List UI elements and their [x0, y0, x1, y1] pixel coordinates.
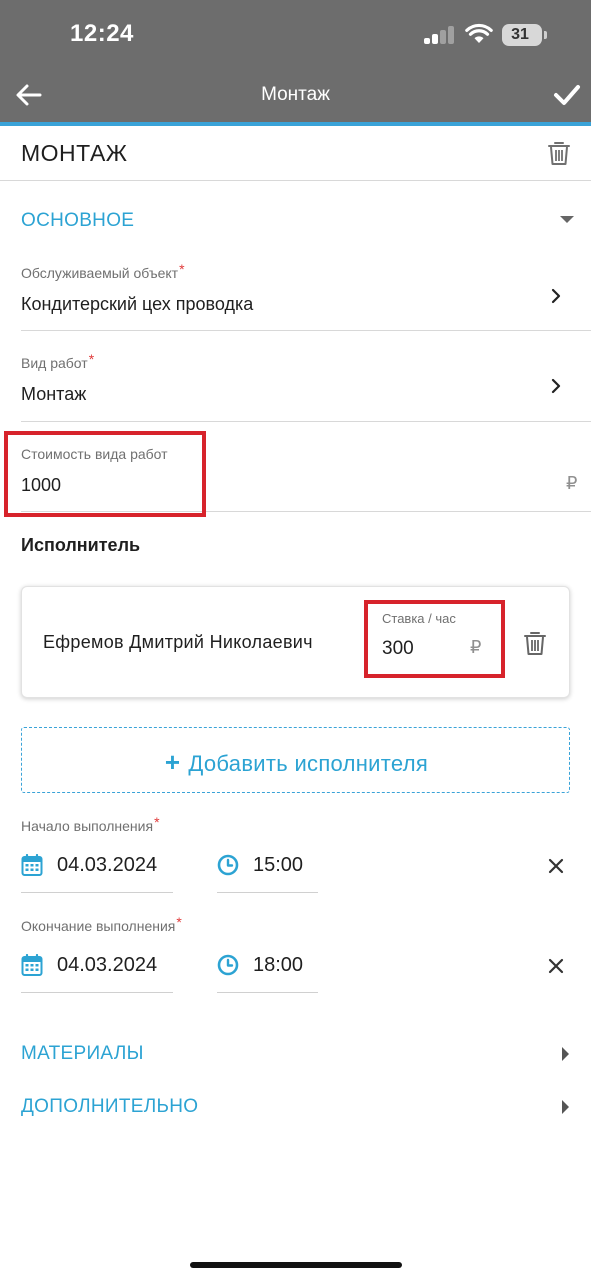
start-time-field[interactable]: 15:00 [253, 854, 303, 877]
add-executor-button[interactable]: + Добавить исполнителя [21, 727, 570, 793]
divider [217, 892, 318, 893]
nav-title: Монтаж [261, 84, 330, 105]
end-date-field[interactable]: 04.03.2024 [57, 954, 157, 977]
divider [217, 992, 318, 993]
start-date-field[interactable]: 04.03.2024 [57, 854, 157, 877]
nav-accent-line [0, 122, 591, 126]
trash-icon[interactable] [523, 630, 547, 656]
home-indicator [190, 1262, 402, 1268]
service-object-label: Обслуживаемый объект* [21, 261, 185, 281]
clock-icon[interactable] [217, 854, 239, 876]
battery-level: 31 [511, 26, 529, 43]
work-type-label: Вид работ* [21, 351, 95, 371]
service-object-value[interactable]: Кондитерский цех проводка [21, 294, 253, 315]
caret-right-icon[interactable] [562, 1047, 569, 1061]
executor-section-title: Исполнитель [21, 535, 141, 555]
executor-name: Ефремов Дмитрий Николаевич [43, 632, 313, 652]
ruble-icon: ₽ [566, 473, 578, 493]
divider [21, 992, 173, 993]
calendar-icon[interactable] [21, 954, 43, 976]
required-mark: * [176, 914, 182, 930]
wifi-icon [465, 23, 493, 43]
end-time-field[interactable]: 18:00 [253, 954, 303, 977]
checkmark-icon[interactable] [553, 81, 581, 109]
top-bar: 12:24 31 Монтаж [0, 0, 591, 122]
highlight-frame [364, 600, 505, 678]
divider [21, 330, 591, 331]
highlight-frame [4, 431, 206, 517]
close-icon[interactable] [547, 957, 565, 975]
chevron-right-icon[interactable] [550, 378, 562, 394]
clock-icon[interactable] [217, 954, 239, 976]
battery-tip [544, 31, 547, 39]
status-time: 12:24 [70, 20, 134, 47]
divider [0, 180, 591, 181]
work-type-value[interactable]: Монтаж [21, 384, 86, 405]
section-basic-title[interactable]: ОСНОВНОЕ [21, 210, 134, 232]
divider [21, 892, 173, 893]
required-mark: * [88, 351, 95, 367]
calendar-icon[interactable] [21, 854, 43, 876]
page-title: МОНТАЖ [21, 140, 128, 166]
battery-icon: 31 [502, 24, 542, 46]
trash-icon[interactable] [546, 140, 572, 166]
cellular-signal-icon [424, 26, 458, 44]
section-materials-title[interactable]: МАТЕРИАЛЫ [21, 1043, 144, 1065]
required-mark: * [179, 261, 185, 277]
caret-down-icon[interactable] [560, 216, 574, 223]
chevron-right-icon[interactable] [550, 288, 562, 304]
end-label: Окончание выполнения* [21, 914, 182, 934]
close-icon[interactable] [547, 857, 565, 875]
plus-icon: + [164, 747, 181, 777]
required-mark: * [154, 814, 160, 830]
caret-right-icon[interactable] [562, 1100, 569, 1114]
section-additional-title[interactable]: ДОПОЛНИТЕЛЬНО [21, 1096, 198, 1118]
start-label: Начало выполнения* [21, 814, 160, 834]
divider [21, 421, 591, 422]
add-executor-label: + Добавить исполнителя [164, 747, 429, 777]
